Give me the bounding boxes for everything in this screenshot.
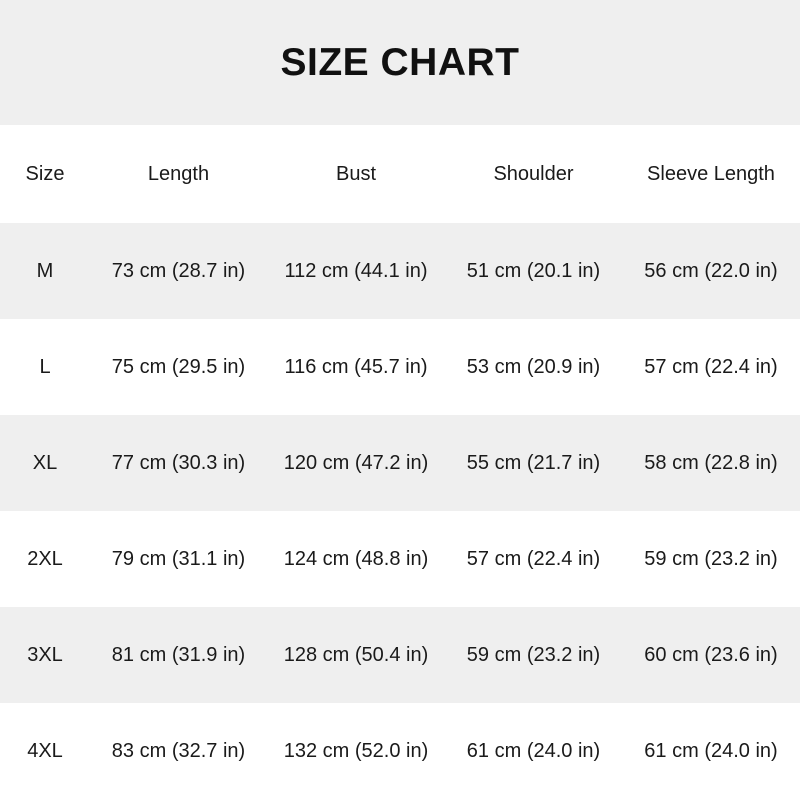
size-cell: 2XL bbox=[27, 547, 63, 570]
column-header-bust: Bust bbox=[335, 162, 377, 185]
table-body: M 73 cm (28.7 in) 112 cm (44.1 in) 51 cm… bbox=[0, 223, 800, 799]
size-cell: M bbox=[36, 259, 54, 282]
size-cell: L bbox=[39, 355, 51, 378]
bust-cell: 116 cm (45.7 in) bbox=[284, 355, 428, 378]
size-cell: 4XL bbox=[27, 739, 63, 762]
sleeve-length-cell: 56 cm (22.0 in) bbox=[644, 259, 778, 282]
length-cell: 81 cm (31.9 in) bbox=[111, 643, 246, 666]
size-chart-table: Size Length Bust Shoulder Sleeve Length … bbox=[0, 125, 800, 799]
sleeve-length-cell: 58 cm (22.8 in) bbox=[644, 451, 778, 474]
bust-cell: 128 cm (50.4 in) bbox=[283, 643, 429, 666]
column-header-shoulder: Shoulder bbox=[493, 162, 574, 185]
page-title: SIZE CHART bbox=[280, 40, 520, 84]
column-header-sleeve-length: Sleeve Length bbox=[647, 162, 775, 185]
shoulder-cell: 55 cm (21.7 in) bbox=[466, 451, 601, 474]
sleeve-length-cell: 61 cm (24.0 in) bbox=[644, 739, 778, 762]
table-row: M 73 cm (28.7 in) 112 cm (44.1 in) 51 cm… bbox=[0, 223, 800, 319]
column-header-length: Length bbox=[147, 162, 210, 185]
table-row: L 75 cm (29.5 in) 116 cm (45.7 in) 53 cm… bbox=[0, 319, 800, 415]
size-cell: 3XL bbox=[27, 643, 63, 666]
length-cell: 79 cm (31.1 in) bbox=[111, 547, 246, 570]
sleeve-length-cell: 57 cm (22.4 in) bbox=[644, 355, 778, 378]
table-header: Size Length Bust Shoulder Sleeve Length bbox=[0, 125, 800, 223]
shoulder-cell: 61 cm (24.0 in) bbox=[466, 739, 601, 762]
table-row: 4XL 83 cm (32.7 in) 132 cm (52.0 in) 61 … bbox=[0, 703, 800, 799]
table-row: XL 77 cm (30.3 in) 120 cm (47.2 in) 55 c… bbox=[0, 415, 800, 511]
table-row: 2XL 79 cm (31.1 in) 124 cm (48.8 in) 57 … bbox=[0, 511, 800, 607]
bust-cell: 132 cm (52.0 in) bbox=[283, 739, 429, 762]
shoulder-cell: 57 cm (22.4 in) bbox=[466, 547, 601, 570]
sleeve-length-cell: 59 cm (23.2 in) bbox=[644, 547, 778, 570]
title-banner: SIZE CHART bbox=[0, 0, 800, 125]
length-cell: 75 cm (29.5 in) bbox=[111, 355, 246, 378]
shoulder-cell: 53 cm (20.9 in) bbox=[466, 355, 601, 378]
bust-cell: 124 cm (48.8 in) bbox=[283, 547, 429, 570]
length-cell: 77 cm (30.3 in) bbox=[111, 451, 246, 474]
length-cell: 83 cm (32.7 in) bbox=[111, 739, 246, 762]
sleeve-length-cell: 60 cm (23.6 in) bbox=[644, 643, 778, 666]
shoulder-cell: 51 cm (20.1 in) bbox=[466, 259, 601, 282]
shoulder-cell: 59 cm (23.2 in) bbox=[466, 643, 601, 666]
size-cell: XL bbox=[32, 451, 58, 474]
column-header-size: Size bbox=[25, 162, 65, 185]
bust-cell: 120 cm (47.2 in) bbox=[283, 451, 429, 474]
length-cell: 73 cm (28.7 in) bbox=[111, 259, 246, 282]
bust-cell: 112 cm (44.1 in) bbox=[284, 259, 428, 282]
table-row: 3XL 81 cm (31.9 in) 128 cm (50.4 in) 59 … bbox=[0, 607, 800, 703]
header-row: Size Length Bust Shoulder Sleeve Length bbox=[0, 125, 800, 223]
